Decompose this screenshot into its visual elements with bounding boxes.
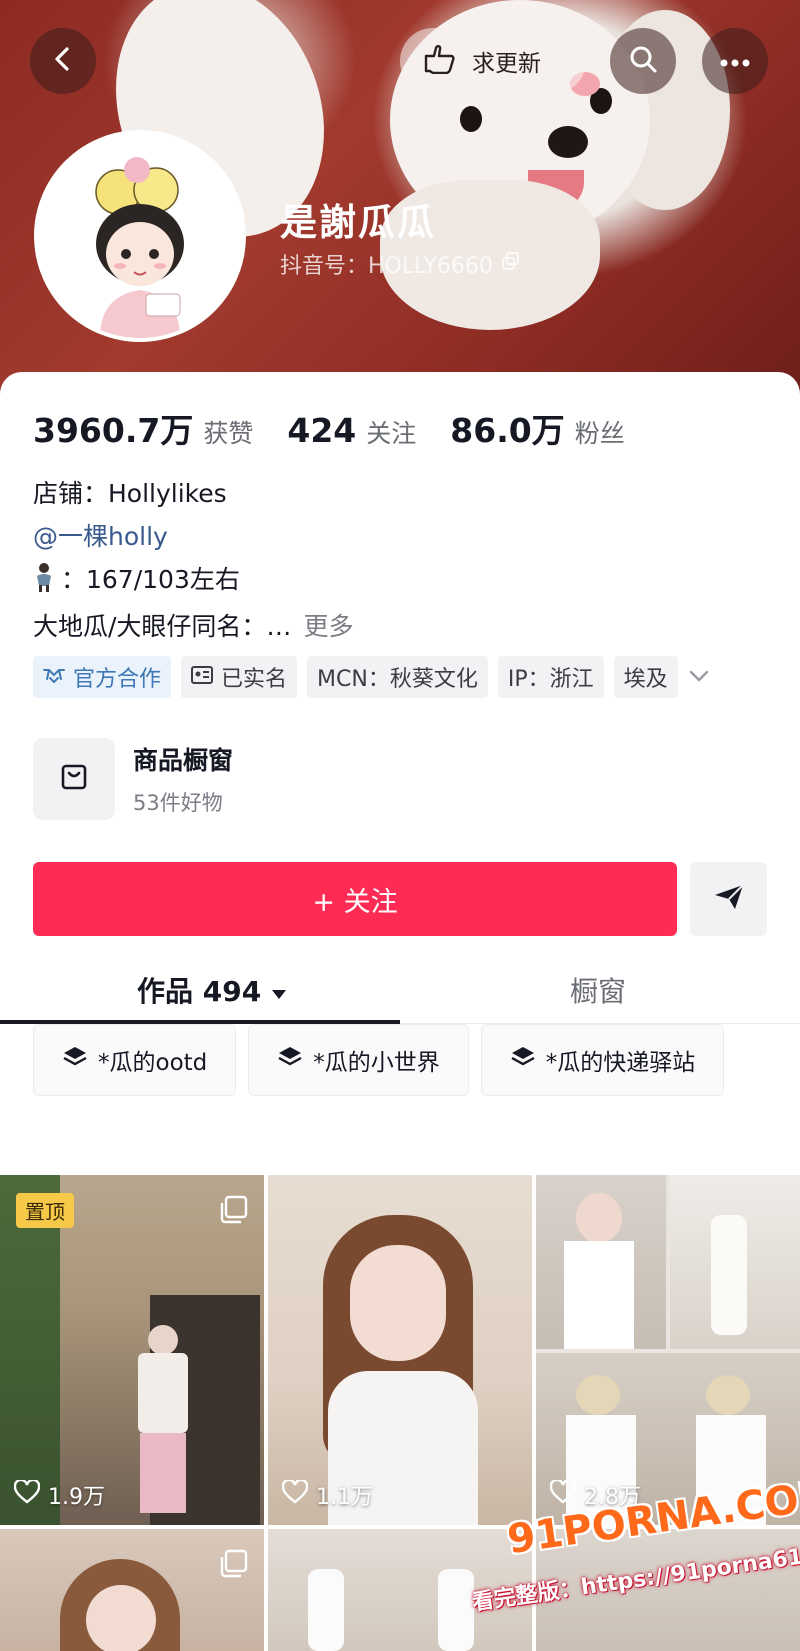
multi-photo-icon	[218, 1195, 248, 1229]
shop-window-entry[interactable]: 商品橱窗 53件好物	[33, 738, 233, 820]
collection-chip[interactable]: *瓜的ootd	[33, 1024, 237, 1096]
send-icon	[713, 883, 745, 915]
bio-height-line: ：167/103左右	[33, 558, 353, 605]
tag-egypt[interactable]: 埃及	[613, 656, 678, 698]
likes-count: 3960.7万	[33, 411, 194, 450]
bio-description: 大地瓜/大眼仔同名：… 更多	[33, 605, 353, 648]
shop-window-title: 商品橱窗	[133, 746, 234, 775]
tag-verified[interactable]: 已实名	[181, 656, 298, 698]
content-tabs: 作品 494 橱窗	[0, 970, 800, 1024]
following-count[interactable]: 424	[287, 411, 356, 450]
bio-description-text: 大地瓜/大眼仔同名：…	[33, 612, 292, 641]
following-label[interactable]: 关注	[366, 414, 416, 450]
heart-icon	[281, 1478, 309, 1510]
followers-label[interactable]: 粉丝	[575, 414, 625, 450]
tag-official-cooperation[interactable]: 官方合作	[33, 656, 172, 698]
collections-row: *瓜的ootd *瓜的小世界 *瓜的快递驿站	[33, 1024, 725, 1096]
collection-label: *瓜的快递驿站	[545, 1050, 696, 1076]
search-button[interactable]	[610, 28, 676, 94]
video-likes: 1.9万	[13, 1478, 105, 1511]
shop-window-icon-box	[33, 738, 115, 820]
id-card-icon	[191, 665, 214, 690]
caret-down-icon	[271, 974, 287, 1007]
pointing-hand-icon	[422, 42, 458, 80]
search-icon	[628, 44, 658, 78]
video-thumbnail[interactable]: 置顶 1.9万	[0, 1175, 264, 1525]
copy-icon[interactable]	[501, 251, 521, 277]
video-thumbnail[interactable]	[0, 1529, 264, 1651]
tag-official-label: 官方合作	[73, 667, 162, 692]
video-thumbnail[interactable]: 2.8万	[536, 1175, 800, 1525]
profile-stats: 3960.7万 获赞 424 关注 86.0万 粉丝	[33, 404, 659, 452]
tab-works-label: 作品 494	[137, 975, 262, 1008]
back-button[interactable]	[30, 28, 96, 94]
bio-height-text: ：167/103左右	[61, 565, 240, 594]
shop-window-count: 53件好物	[133, 791, 223, 815]
heart-icon	[549, 1478, 577, 1510]
video-thumbnail[interactable]: 1.1万	[268, 1175, 532, 1525]
tab-showcase[interactable]: 橱窗	[570, 970, 626, 1010]
tag-verified-label: 已实名	[221, 667, 288, 692]
profile-cover: 求更新 是謝瓜瓜 抖音号：HOLLY6660	[0, 0, 800, 400]
shop-window-text: 商品橱窗 53件好物	[133, 741, 233, 817]
video-likes: 1.1万	[281, 1478, 373, 1511]
collection-label: *瓜的ootd	[98, 1050, 208, 1076]
profile-name: 是謝瓜瓜	[280, 201, 436, 244]
handshake-icon	[43, 665, 65, 690]
likes-label: 获赞	[203, 419, 254, 448]
tag-ip-location[interactable]: IP：浙江	[497, 656, 604, 698]
layers-icon	[62, 1045, 88, 1075]
person-icon	[33, 562, 55, 605]
douyin-id-text: 抖音号：HOLLY6660	[280, 254, 493, 279]
douyin-id: 抖音号：HOLLY6660	[280, 248, 521, 280]
request-update-label: 求更新	[472, 51, 541, 77]
avatar[interactable]	[34, 130, 246, 342]
bio-more-link[interactable]: 更多	[303, 612, 353, 641]
collection-chip[interactable]: *瓜的小世界	[248, 1024, 469, 1096]
bio-shop-line: 店铺：Hollylikes	[33, 479, 227, 508]
multi-photo-icon	[218, 1549, 248, 1583]
profile-tags: 官方合作 已实名 MCN：秋葵文化 IP：浙江 埃及	[33, 656, 710, 698]
collection-label: *瓜的小世界	[313, 1050, 440, 1076]
followers-count[interactable]: 86.0万	[450, 404, 564, 452]
collection-chip[interactable]: *瓜的快递驿站	[480, 1024, 725, 1096]
pinned-badge: 置顶	[16, 1193, 74, 1228]
follow-button[interactable]: + 关注	[33, 862, 677, 936]
more-options-button[interactable]	[702, 28, 768, 94]
tag-mcn[interactable]: MCN：秋葵文化	[307, 656, 488, 698]
heart-icon	[13, 1478, 41, 1510]
more-dots-icon	[720, 52, 750, 71]
video-likes-count: 1.9万	[48, 1485, 105, 1510]
chevron-left-icon	[49, 45, 77, 77]
bio: 店铺：Hollylikes @一棵holly ：167/103左右 大地瓜/大眼…	[33, 472, 353, 648]
shopping-bag-icon	[59, 762, 89, 796]
bio-mention-link[interactable]: @一棵holly	[33, 515, 353, 558]
video-likes-count: 1.1万	[316, 1485, 373, 1510]
chevron-down-icon[interactable]	[688, 668, 710, 687]
layers-icon	[277, 1045, 303, 1075]
layers-icon	[510, 1045, 536, 1075]
request-update-button[interactable]: 求更新	[400, 28, 586, 94]
message-button[interactable]	[690, 862, 767, 936]
tab-works[interactable]: 作品 494	[137, 970, 287, 1010]
